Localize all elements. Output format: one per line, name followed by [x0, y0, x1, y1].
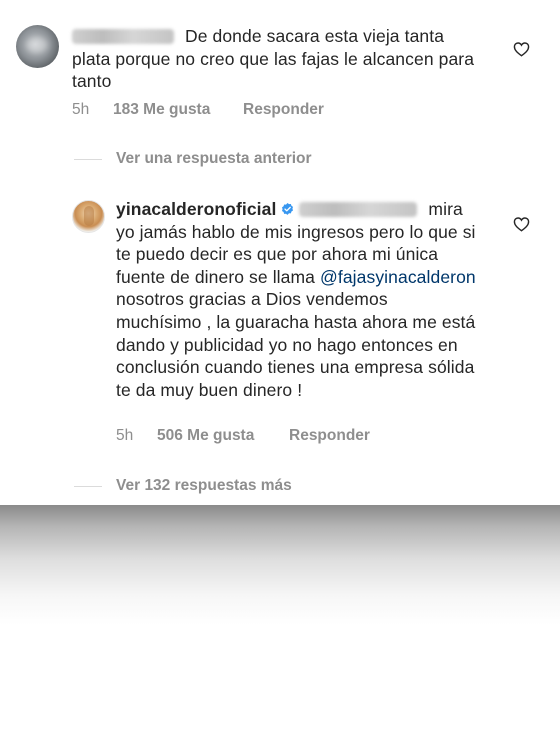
redacted-username[interactable] — [72, 29, 174, 44]
card-drop-shadow — [0, 505, 560, 625]
commenter-avatar[interactable] — [16, 25, 59, 68]
comment-2: yinacalderonoficial mira yo jamás hablo … — [116, 198, 476, 401]
heart-outline-icon[interactable] — [513, 41, 530, 57]
reply-author-username[interactable]: yinacalderonoficial — [116, 199, 276, 219]
comment-2-meta: 5h 506 Me gusta Responder — [116, 427, 496, 447]
verified-badge-icon — [282, 202, 294, 215]
likes-count[interactable]: 506 Me gusta — [157, 427, 254, 445]
view-more-replies-button[interactable]: Ver 132 respuestas más — [74, 477, 494, 497]
reply-author-avatar[interactable] — [72, 200, 105, 233]
redacted-mention[interactable] — [299, 202, 418, 217]
comments-panel: De donde sacara esta vieja tanta plata p… — [0, 0, 560, 505]
reply-button[interactable]: Responder — [243, 101, 324, 119]
view-more-replies-label: Ver 132 respuestas más — [116, 477, 292, 494]
likes-count[interactable]: 183 Me gusta — [113, 101, 210, 119]
heart-outline-icon[interactable] — [513, 216, 530, 232]
comment-1-meta: 5h 183 Me gusta Responder — [72, 101, 492, 121]
comment-1: De donde sacara esta vieja tanta plata p… — [72, 25, 477, 93]
replies-divider — [74, 486, 102, 487]
mention-link[interactable]: @fajasyinacalderon — [320, 267, 476, 287]
view-previous-reply-label: Ver una respuesta anterior — [116, 150, 312, 167]
comment-time: 5h — [116, 427, 134, 444]
comment-time: 5h — [72, 101, 90, 118]
reply-text-part2: nosotros gracias a Dios vendemos muchísi… — [116, 289, 476, 400]
view-previous-reply-button[interactable]: Ver una respuesta anterior — [74, 150, 494, 170]
replies-divider — [74, 159, 102, 160]
reply-button[interactable]: Responder — [289, 427, 370, 445]
